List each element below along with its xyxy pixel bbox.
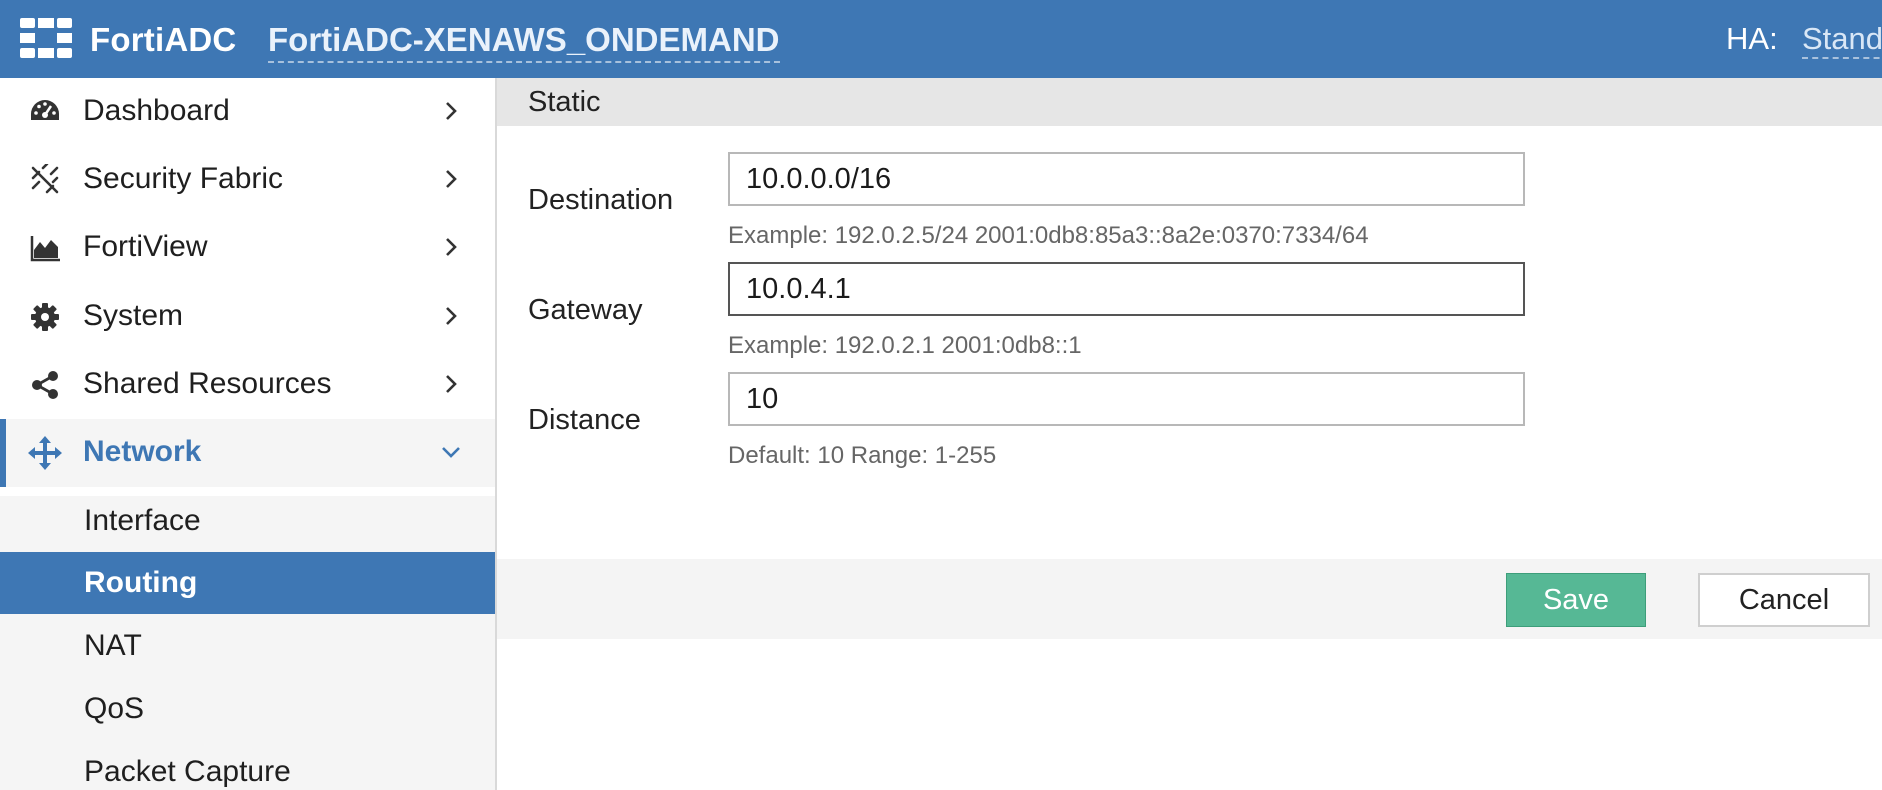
sidebar-item-label: Shared Resources <box>83 367 332 400</box>
destination-input[interactable] <box>728 152 1525 206</box>
distance-input[interactable] <box>728 372 1525 426</box>
gateway-hint: Example: 192.0.2.1 2001:0db8::1 <box>728 332 1082 359</box>
sidebar-subitem-interface[interactable]: Interface <box>0 490 495 552</box>
share-icon <box>28 368 62 402</box>
distance-hint: Default: 10 Range: 1-255 <box>728 442 997 469</box>
sidebar-item-fortiview[interactable]: FortiView <box>0 214 495 282</box>
destination-label: Destination <box>528 184 674 216</box>
sidebar-subitem-label: NAT <box>84 629 142 662</box>
sidebar-item-label: System <box>83 299 184 332</box>
chevron-right-icon <box>446 170 457 188</box>
sidebar-subitem-packet-capture[interactable]: Packet Capture <box>0 741 495 790</box>
top-bar: FortiADC FortiADC-XENAWS_ONDEMAND HA: St… <box>0 0 1882 78</box>
sidebar-item-network[interactable]: Network <box>0 419 495 487</box>
sidebar-item-label: FortiView <box>83 230 208 263</box>
distance-label: Distance <box>528 404 641 436</box>
move-arrows-icon <box>28 436 62 470</box>
sidebar-item-system[interactable]: System <box>0 283 495 351</box>
fortinet-logo-icon[interactable] <box>20 18 72 58</box>
sidebar-item-label: Dashboard <box>83 94 230 127</box>
sidebar-item-dashboard[interactable]: Dashboard <box>0 78 495 146</box>
network-submenu: Interface Routing NAT QoS Packet Capture <box>0 496 495 790</box>
form-footer: Save Cancel <box>497 559 1882 639</box>
security-fabric-icon <box>28 163 62 197</box>
cancel-button[interactable]: Cancel <box>1698 573 1870 627</box>
sidebar: Dashboard Security Fabric FortiView Syst… <box>0 78 497 790</box>
sidebar-subitem-qos[interactable]: QoS <box>0 678 495 740</box>
chevron-right-icon <box>446 238 457 256</box>
main-content: Static Destination Example: 192.0.2.5/24… <box>497 78 1882 790</box>
gear-icon <box>28 300 62 334</box>
ha-status-link[interactable]: Standa <box>1802 21 1882 59</box>
sidebar-subitem-routing[interactable]: Routing <box>0 552 495 614</box>
gateway-input[interactable] <box>728 262 1525 316</box>
brand-title: FortiADC <box>90 21 237 58</box>
sidebar-subitem-label: Routing <box>84 566 198 599</box>
chevron-right-icon <box>446 375 457 393</box>
sidebar-item-label: Network <box>83 435 202 468</box>
sidebar-subitem-label: Packet Capture <box>84 755 291 788</box>
area-chart-icon <box>28 231 62 265</box>
sidebar-item-security-fabric[interactable]: Security Fabric <box>0 146 495 214</box>
hostname-link[interactable]: FortiADC-XENAWS_ONDEMAND <box>268 21 780 63</box>
active-indicator <box>0 419 6 487</box>
destination-hint: Example: 192.0.2.5/24 2001:0db8:85a3::8a… <box>728 222 1369 249</box>
chevron-right-icon <box>446 102 457 120</box>
section-title: Static <box>528 86 601 118</box>
sidebar-item-label: Security Fabric <box>83 162 284 195</box>
ha-label: HA: <box>1726 21 1778 56</box>
gateway-label: Gateway <box>528 294 643 326</box>
sidebar-subitem-nat[interactable]: NAT <box>0 615 495 677</box>
chevron-down-icon <box>442 447 460 458</box>
dashboard-gauge-icon <box>28 95 62 129</box>
sidebar-item-shared-resources[interactable]: Shared Resources <box>0 351 495 419</box>
save-button[interactable]: Save <box>1506 573 1646 627</box>
section-header: Static <box>497 78 1882 126</box>
chevron-right-icon <box>446 307 457 325</box>
sidebar-subitem-label: QoS <box>84 692 145 725</box>
sidebar-subitem-label: Interface <box>84 504 201 537</box>
